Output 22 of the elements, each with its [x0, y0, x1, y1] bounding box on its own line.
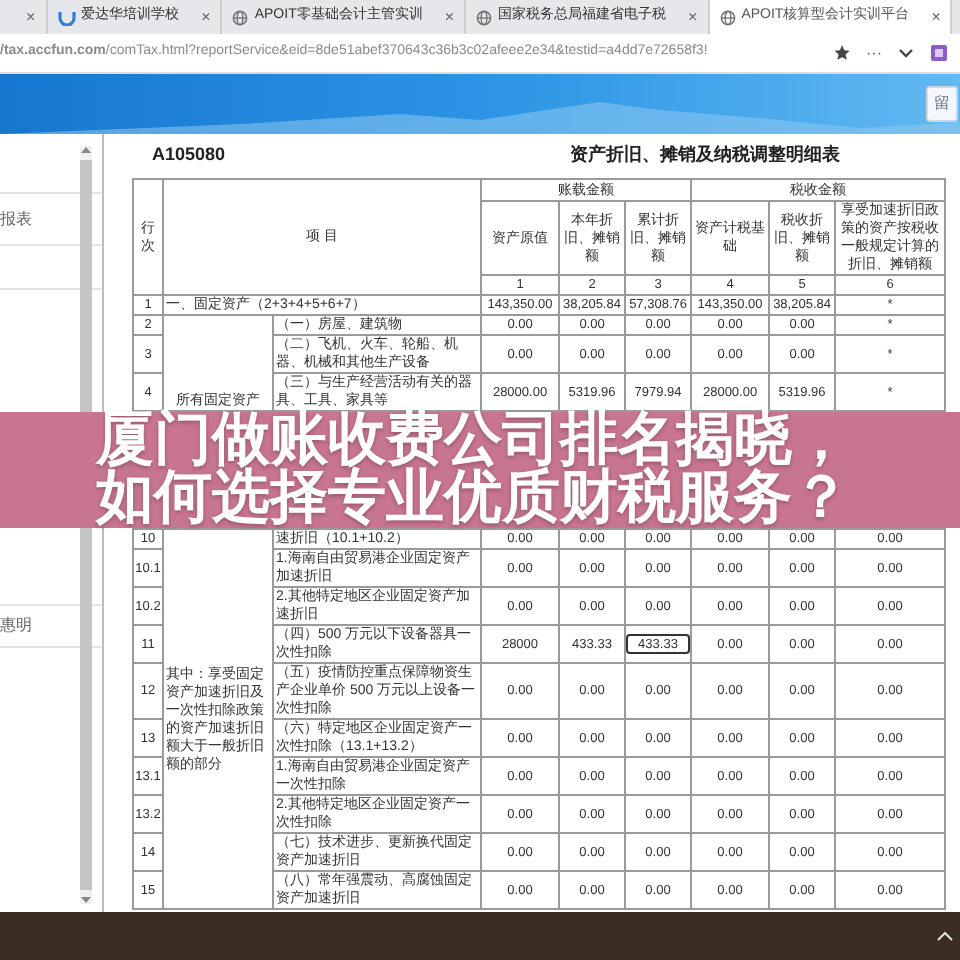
more-button[interactable]: ··· [866, 41, 882, 65]
headline-text: 厦门做账收费公司排名揭晓， [96, 412, 852, 470]
chevron-up-icon[interactable] [936, 930, 954, 942]
headline-text: 如何选择专业优质财税服务？ [96, 470, 852, 528]
close-button[interactable]: × [931, 5, 941, 29]
globe-icon [719, 9, 736, 25]
form-title: 资产折旧、摊销及纳税调整明细表 [570, 142, 840, 169]
browser-tab[interactable]: × [0, 0, 48, 34]
scroll-down-icon[interactable] [80, 896, 92, 904]
scroll-up-icon[interactable] [80, 146, 92, 154]
chevron-down-icon[interactable] [898, 47, 914, 59]
close-button[interactable]: × [444, 5, 455, 29]
close-button[interactable]: × [688, 5, 698, 29]
header-button[interactable]: 留 [926, 86, 958, 122]
globe-icon [476, 9, 493, 25]
globe-icon [232, 9, 249, 25]
sidebar-item[interactable]: 报表 [0, 207, 32, 231]
form-code: A105080 [152, 142, 226, 169]
close-button[interactable]: × [201, 5, 211, 29]
sidebar-item[interactable]: 惠明 [0, 614, 32, 638]
extension-icon[interactable] [930, 44, 948, 62]
close-button[interactable]: × [26, 5, 36, 29]
